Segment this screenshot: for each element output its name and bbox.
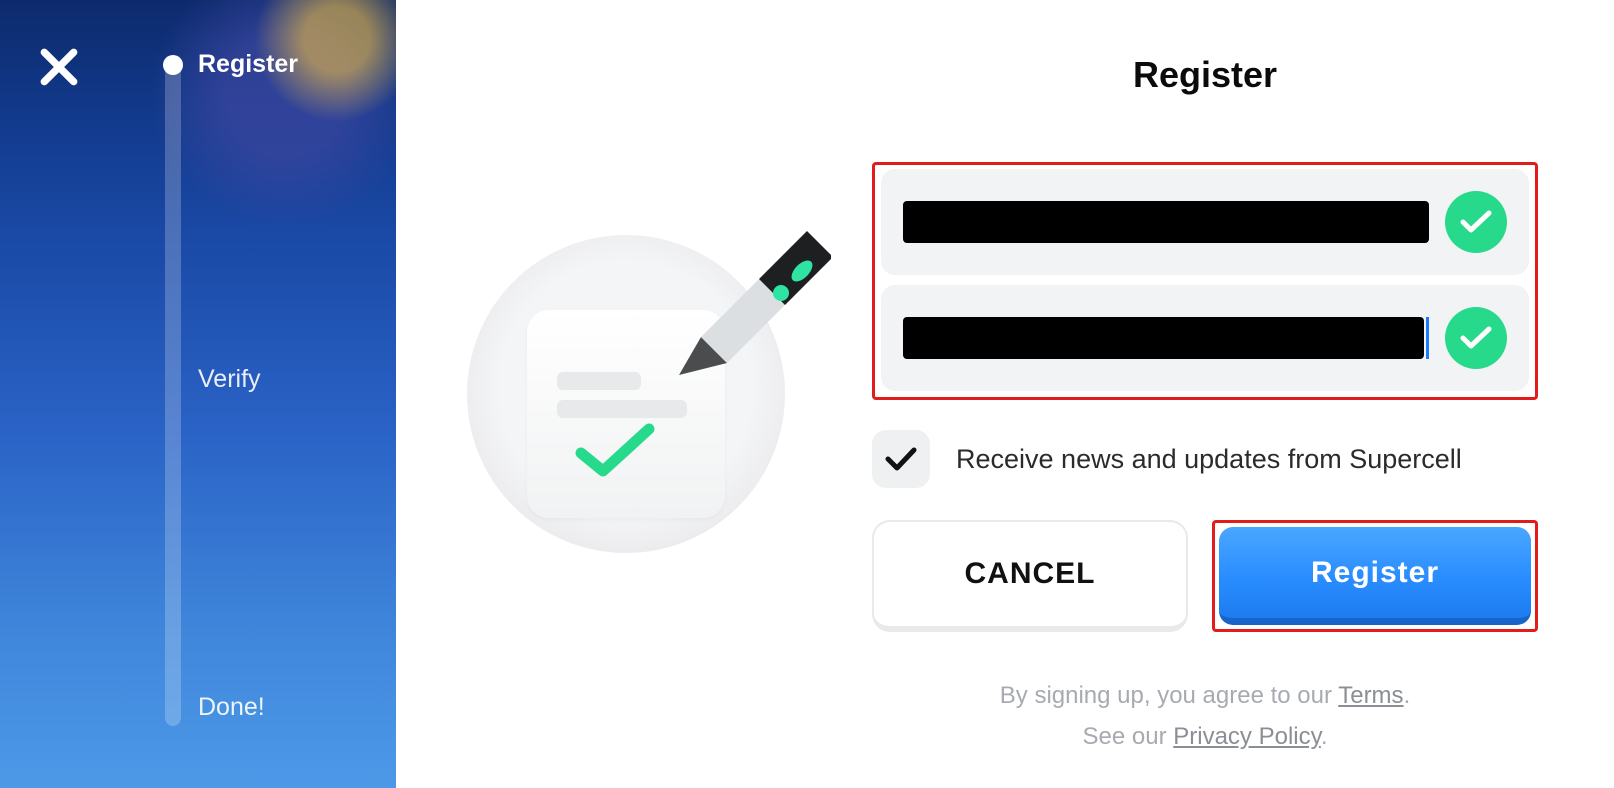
cancel-button[interactable]: Cancel bbox=[872, 520, 1188, 632]
main: Register Receive news and updates from S… bbox=[396, 0, 1614, 788]
register-highlight: Register bbox=[1212, 520, 1538, 632]
step-register: Register bbox=[198, 50, 298, 79]
privacy-link[interactable]: Privacy Policy bbox=[1173, 723, 1321, 750]
pen-icon bbox=[631, 207, 831, 412]
text-cursor bbox=[1426, 317, 1429, 359]
legal-text: By signing up, you agree to our Terms. S… bbox=[872, 676, 1538, 758]
page-title: Register bbox=[872, 54, 1538, 96]
newsletter-checkbox[interactable] bbox=[872, 430, 930, 488]
legal-prefix2: See our bbox=[1083, 723, 1174, 750]
checkmark-icon bbox=[575, 421, 655, 486]
progress-dot-current bbox=[163, 55, 183, 75]
terms-link[interactable]: Terms bbox=[1338, 682, 1403, 709]
redacted-value bbox=[903, 201, 1429, 243]
newsletter-optin: Receive news and updates from Supercell bbox=[872, 430, 1538, 488]
button-row: Cancel Register bbox=[872, 520, 1538, 632]
valid-icon bbox=[1445, 191, 1507, 253]
valid-icon bbox=[1445, 307, 1507, 369]
input-highlight bbox=[872, 162, 1538, 400]
close-icon bbox=[38, 46, 80, 88]
progress-track bbox=[165, 60, 181, 726]
newsletter-label: Receive news and updates from Supercell bbox=[956, 444, 1462, 475]
confirm-email-field[interactable] bbox=[881, 285, 1529, 391]
register-button[interactable]: Register bbox=[1219, 527, 1531, 625]
legal-prefix: By signing up, you agree to our bbox=[1000, 682, 1338, 709]
close-button[interactable] bbox=[38, 46, 80, 93]
register-form: Register Receive news and updates from S… bbox=[856, 0, 1614, 788]
step-verify: Verify bbox=[198, 365, 261, 394]
check-icon bbox=[885, 446, 917, 472]
redacted-value bbox=[903, 317, 1424, 359]
email-field[interactable] bbox=[881, 169, 1529, 275]
sidebar: Register Verify Done! bbox=[0, 0, 396, 788]
illustration bbox=[396, 0, 856, 788]
step-done: Done! bbox=[198, 693, 265, 722]
